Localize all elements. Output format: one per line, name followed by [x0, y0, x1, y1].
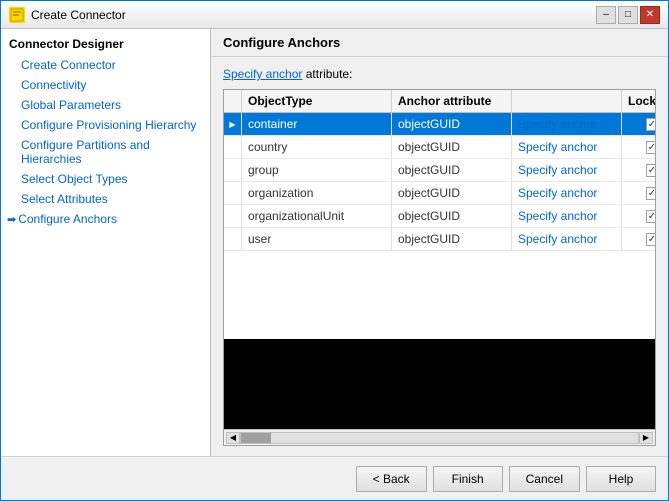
scrollbar-track[interactable]: [240, 432, 639, 444]
anchor-attribute-cell: objectGUID: [392, 113, 512, 135]
col-header-specify: [512, 90, 622, 112]
window-controls: – □ ✕: [596, 6, 660, 24]
specify-anchor-cell[interactable]: Specify anchor: [512, 136, 622, 158]
col-header-objecttype: ObjectType: [242, 90, 392, 112]
locked-checkbox: ✓: [646, 187, 656, 200]
row-arrow: [224, 228, 242, 250]
bottom-bar: < Back Finish Cancel Help: [1, 456, 668, 500]
locked-checkbox: ✓: [646, 233, 656, 246]
sidebar-item-global-parameters[interactable]: Global Parameters: [1, 95, 210, 115]
scroll-left-button[interactable]: ◀: [226, 432, 240, 444]
table-row[interactable]: organizationobjectGUIDSpecify anchor ✓: [224, 182, 655, 205]
table-row[interactable]: groupobjectGUIDSpecify anchor ✓: [224, 159, 655, 182]
object-type-cell: container: [242, 113, 392, 135]
object-type-cell: organization: [242, 182, 392, 204]
specify-anchor-cell[interactable]: Specify anchor: [512, 113, 622, 135]
col-header-anchor: Anchor attribute: [392, 90, 512, 112]
table-header: ObjectType Anchor attribute Locked: [224, 90, 655, 113]
sidebar-item-configure-provisioning-hierarchy[interactable]: Configure Provisioning Hierarchy: [1, 115, 210, 135]
locked-cell: ✓: [622, 113, 655, 135]
object-type-cell: user: [242, 228, 392, 250]
anchor-attribute-cell: objectGUID: [392, 205, 512, 227]
horizontal-scrollbar: ◀ ▶: [224, 429, 655, 445]
anchor-attribute-cell: objectGUID: [392, 228, 512, 250]
window-title: Create Connector: [31, 8, 126, 22]
sidebar-item-configure-anchors[interactable]: Configure Anchors: [1, 209, 210, 229]
col-header-arrow: [224, 90, 242, 112]
panel-content: Specify anchor attribute: ObjectType Anc…: [211, 57, 668, 456]
specify-anchor-cell[interactable]: Specify anchor: [512, 228, 622, 250]
sidebar-header: Connector Designer: [1, 33, 210, 55]
main-window: Create Connector – □ ✕ Connector Designe…: [0, 0, 669, 501]
app-icon: [9, 7, 25, 23]
specify-anchor-cell[interactable]: Specify anchor: [512, 159, 622, 181]
anchor-attribute-cell: objectGUID: [392, 136, 512, 158]
table-body: ▶containerobjectGUIDSpecify anchor✓count…: [224, 113, 655, 339]
locked-checkbox: ✓: [646, 210, 656, 223]
specify-anchor-link[interactable]: Specify anchor: [223, 67, 302, 81]
close-button[interactable]: ✕: [640, 6, 660, 24]
locked-checkbox: ✓: [646, 118, 656, 131]
table-row[interactable]: userobjectGUIDSpecify anchor ✓: [224, 228, 655, 251]
cancel-button[interactable]: Cancel: [509, 466, 580, 492]
main-panel: Configure Anchors Specify anchor attribu…: [211, 29, 668, 456]
locked-cell: ✓: [622, 182, 655, 204]
object-type-cell: country: [242, 136, 392, 158]
anchor-attribute-cell: objectGUID: [392, 159, 512, 181]
table-row[interactable]: ▶containerobjectGUIDSpecify anchor ✓: [224, 113, 655, 136]
specify-anchor-cell[interactable]: Specify anchor: [512, 205, 622, 227]
table-row[interactable]: organizationalUnitobjectGUIDSpecify anch…: [224, 205, 655, 228]
row-arrow: [224, 136, 242, 158]
locked-cell: ✓: [622, 159, 655, 181]
back-button[interactable]: < Back: [356, 466, 427, 492]
finish-button[interactable]: Finish: [433, 466, 503, 492]
scrollbar-thumb[interactable]: [241, 433, 271, 443]
minimize-button[interactable]: –: [596, 6, 616, 24]
locked-cell: ✓: [622, 136, 655, 158]
anchor-table: ObjectType Anchor attribute Locked ▶cont…: [223, 89, 656, 446]
locked-checkbox: ✓: [646, 141, 656, 154]
row-arrow: ▶: [224, 113, 242, 135]
col-header-locked: Locked: [622, 90, 656, 112]
row-arrow: [224, 182, 242, 204]
maximize-button[interactable]: □: [618, 6, 638, 24]
panel-header: Configure Anchors: [211, 29, 668, 57]
anchor-label-suffix: attribute:: [302, 67, 352, 81]
scroll-right-button[interactable]: ▶: [639, 432, 653, 444]
row-arrow: [224, 159, 242, 181]
sidebar-item-connectivity[interactable]: Connectivity: [1, 75, 210, 95]
anchor-label: Specify anchor attribute:: [223, 67, 656, 81]
row-arrow: [224, 205, 242, 227]
sidebar-item-select-attributes[interactable]: Select Attributes: [1, 189, 210, 209]
object-type-cell: group: [242, 159, 392, 181]
locked-cell: ✓: [622, 205, 655, 227]
title-bar: Create Connector – □ ✕: [1, 1, 668, 29]
sidebar-item-configure-partitions-and-hierarchies[interactable]: Configure Partitions and Hierarchies: [1, 135, 210, 169]
help-button[interactable]: Help: [586, 466, 656, 492]
object-type-cell: organizationalUnit: [242, 205, 392, 227]
preview-area: [224, 339, 655, 429]
sidebar: Connector Designer Create ConnectorConne…: [1, 29, 211, 456]
title-bar-left: Create Connector: [9, 7, 126, 23]
locked-cell: ✓: [622, 228, 655, 250]
sidebar-item-create-connector[interactable]: Create Connector: [1, 55, 210, 75]
locked-checkbox: ✓: [646, 164, 656, 177]
anchor-attribute-cell: objectGUID: [392, 182, 512, 204]
table-row[interactable]: countryobjectGUIDSpecify anchor ✓: [224, 136, 655, 159]
specify-anchor-cell[interactable]: Specify anchor: [512, 182, 622, 204]
content-area: Connector Designer Create ConnectorConne…: [1, 29, 668, 456]
sidebar-item-select-object-types[interactable]: Select Object Types: [1, 169, 210, 189]
